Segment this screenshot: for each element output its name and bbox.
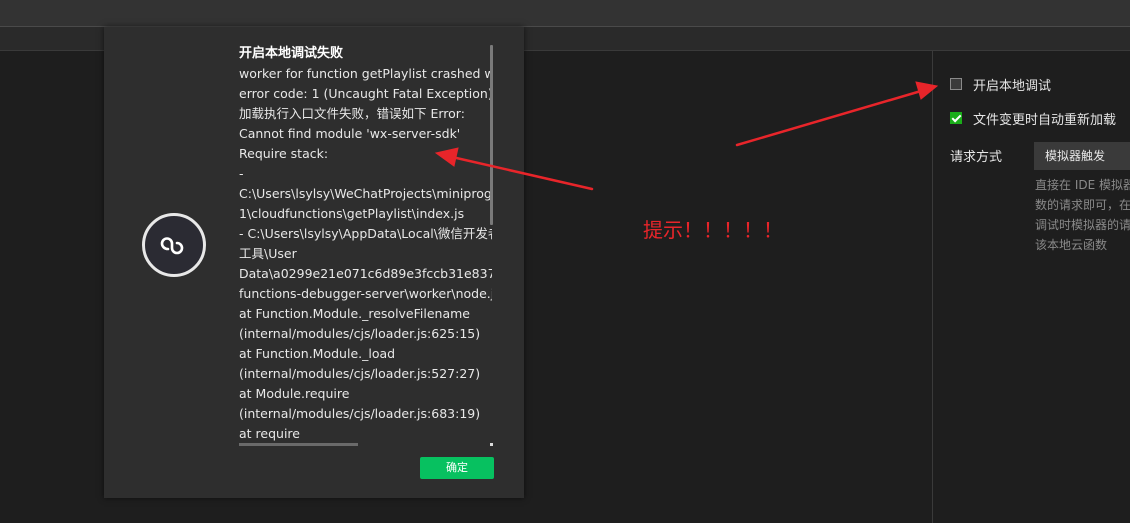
annotation-arrowhead-right [915,81,939,100]
annotation-text: 提示！！！！！ [643,218,783,242]
annotation-arrow-right [735,89,923,147]
annotation-arrow-left [450,155,594,191]
annotation-arrowhead-left [434,147,459,167]
annotation-arrows [434,81,939,191]
